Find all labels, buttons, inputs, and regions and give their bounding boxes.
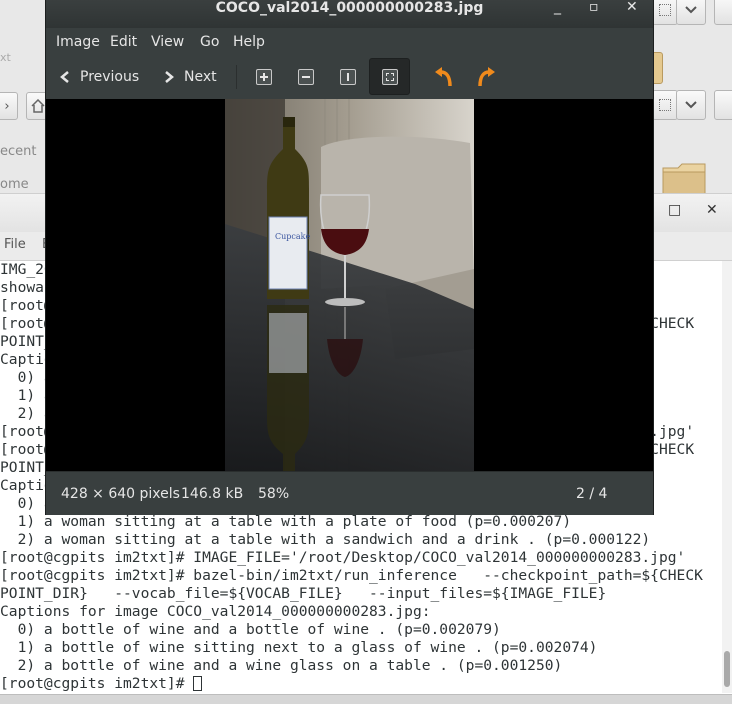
terminal-line: 0) a	[0, 495, 53, 512]
viewer-menubar: Image Edit View Go Help	[46, 28, 653, 54]
terminal-line: 1) a woman sitting at a table with a pla…	[0, 513, 572, 530]
close-icon[interactable]: ✕	[626, 0, 638, 15]
chevron-left-icon	[60, 70, 69, 83]
previous-button[interactable]: Previous	[58, 58, 139, 95]
fm-menu-button[interactable]	[714, 0, 732, 25]
image-position: 2 / 4	[576, 486, 608, 502]
zoom-out-icon	[298, 68, 314, 85]
fm-menu-button-2[interactable]	[714, 90, 732, 120]
terminal-line: POINT_DIR} --vocab_file=${VOCAB_FILE} --…	[0, 585, 607, 602]
terminal-line: Captions for image COCO_val2014_00000000…	[0, 603, 431, 620]
chevron-right-icon	[165, 70, 174, 83]
zoom-level: 58%	[258, 486, 290, 502]
terminal-line: 0) a bottle of wine and a bottle of wine…	[0, 621, 501, 638]
terminal-line: 1) a bottle of wine sitting next to a gl…	[0, 639, 598, 656]
fm-view-toggle-button-2[interactable]	[652, 90, 678, 120]
best-fit-icon	[381, 68, 398, 85]
menu-help[interactable]: Help	[233, 34, 265, 50]
zoom-out-button[interactable]	[296, 58, 316, 95]
terminal-line: POINT_	[0, 459, 53, 476]
rotate-left-button[interactable]	[432, 58, 456, 95]
fm-dropdown-button[interactable]	[676, 0, 706, 25]
viewer-titlebar[interactable]: COCO_val2014_000000000283.jpg _ ▫ ✕	[46, 0, 653, 28]
terminal-line: 1) a	[0, 387, 53, 404]
image-viewer-window: COCO_val2014_000000000283.jpg _ ▫ ✕ Imag…	[46, 0, 653, 515]
terminal-line: 2) a	[0, 405, 53, 422]
rotate-right-icon	[478, 66, 495, 86]
terminal-prompt-line[interactable]: [root@cgpits im2txt]#	[0, 675, 203, 693]
viewer-statusbar: 428 × 640 pixels 146.8 kB 58% 2 / 4	[46, 471, 653, 515]
home-icon	[31, 99, 45, 113]
terminal-scrollbar[interactable]	[722, 261, 732, 693]
terminal-line: [root@	[0, 297, 53, 314]
folder-icon[interactable]	[653, 52, 663, 84]
displayed-photo: Cupcake	[225, 99, 474, 471]
previous-label: Previous	[80, 68, 140, 85]
menu-view[interactable]: View	[151, 34, 184, 50]
next-label: Next	[184, 68, 217, 85]
viewer-toolbar: Previous Next	[46, 55, 653, 99]
menu-edit[interactable]: Edit	[110, 34, 137, 50]
fm-dropdown-button-2[interactable]	[676, 90, 706, 120]
terminal-line: Captio	[0, 351, 53, 368]
zoom-in-icon	[256, 68, 272, 85]
chevron-down-icon	[685, 101, 697, 109]
fm-sidebar-item-home[interactable]: ome	[0, 177, 29, 192]
chevron-down-icon	[685, 6, 697, 14]
best-fit-button[interactable]	[369, 58, 410, 95]
terminal-line: POINT_	[0, 333, 53, 350]
image-canvas[interactable]: Cupcake	[46, 99, 653, 471]
maximize-icon[interactable]: ▫	[589, 0, 599, 15]
terminal-line: 2) a bottle of wine and a wine glass on …	[0, 657, 563, 674]
image-file-size: 146.8 kB	[181, 486, 244, 502]
image-dimensions: 428 × 640 pixels	[61, 486, 180, 502]
terminal-line: IMG_20	[0, 261, 53, 278]
terminal-prompt: [root@cgpits im2txt]#	[0, 675, 194, 692]
svg-text:Cupcake: Cupcake	[275, 232, 310, 241]
terminal-line: [root@cgpits im2txt]# bazel-bin/im2txt/r…	[0, 567, 703, 584]
grid-icon	[659, 4, 671, 16]
terminal-line: 0) a	[0, 369, 53, 386]
next-button[interactable]: Next	[162, 58, 217, 95]
fm-view-toggle-button[interactable]	[652, 0, 678, 25]
fm-back-button[interactable]: ›	[0, 92, 18, 120]
scrollbar-thumb[interactable]	[724, 651, 730, 687]
terminal-line: Captio	[0, 477, 53, 494]
folder-icon[interactable]	[662, 163, 706, 197]
fm-partial-text: xt	[0, 51, 11, 64]
window-title: COCO_val2014_000000000283.jpg	[215, 0, 484, 16]
rotate-left-icon	[435, 66, 452, 86]
grid-icon	[659, 99, 671, 111]
maximize-icon[interactable]: □	[668, 202, 681, 218]
close-icon[interactable]: ✕	[706, 202, 718, 218]
terminal-menu-file[interactable]: File	[4, 237, 26, 252]
terminal-cursor	[193, 676, 203, 691]
zoom-in-button[interactable]	[254, 58, 274, 95]
normal-size-icon	[340, 68, 356, 85]
normal-size-button[interactable]	[338, 58, 358, 95]
toolbar-separator	[236, 65, 237, 89]
terminal-line: 2) a woman sitting at a table with a san…	[0, 531, 651, 548]
terminal-line: showar	[0, 279, 53, 296]
terminal-line: [root@cgpits im2txt]# IMAGE_FILE='/root/…	[0, 549, 686, 566]
fm-sidebar-item-recent[interactable]: ecent	[0, 144, 36, 159]
rotate-right-button[interactable]	[474, 58, 498, 95]
menu-go[interactable]: Go	[200, 34, 219, 50]
menu-image[interactable]: Image	[56, 34, 100, 50]
minimize-icon[interactable]: _	[554, 0, 561, 15]
